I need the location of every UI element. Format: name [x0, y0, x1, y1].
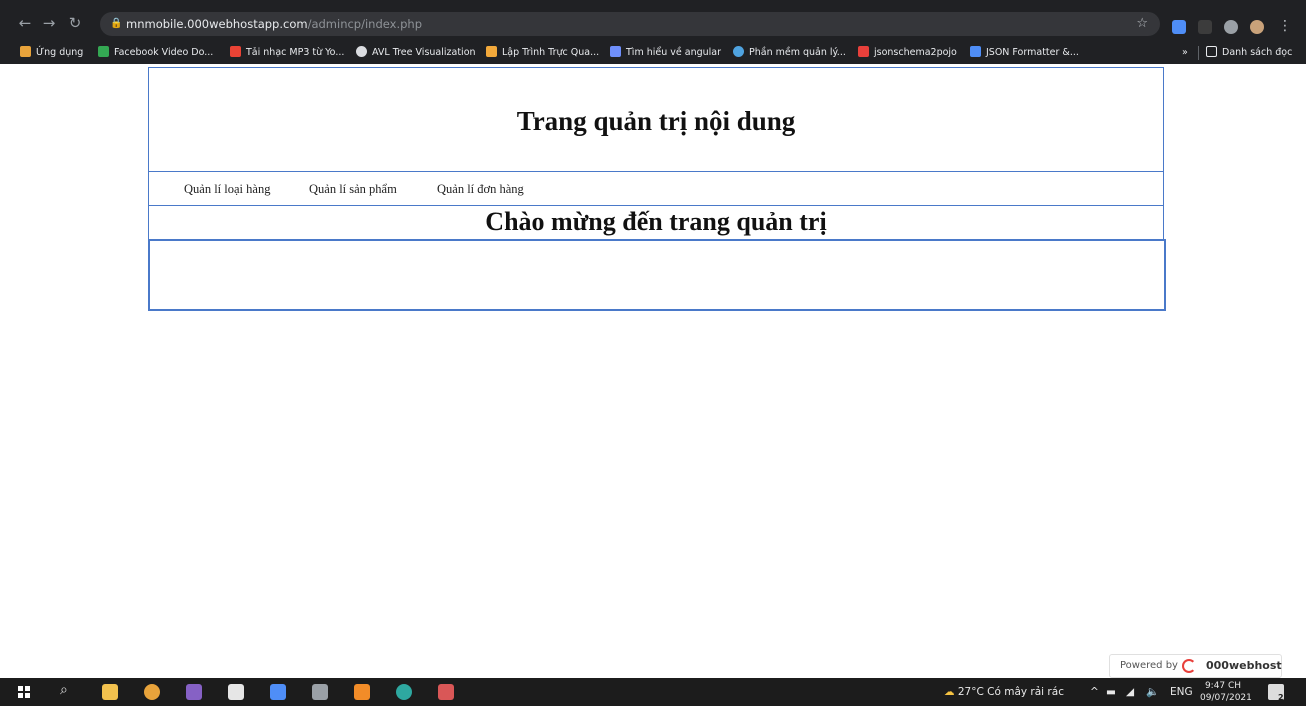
v-logo-icon — [610, 46, 621, 57]
lock-icon: 🔒 — [110, 18, 123, 29]
menu-item-orders[interactable]: Quản lí đơn hàng — [437, 182, 524, 197]
search-icon[interactable]: ⌕ — [60, 682, 68, 698]
bookmark-star-icon[interactable]: ☆ — [1136, 12, 1148, 36]
more-bookmarks-button[interactable]: » — [1182, 45, 1188, 61]
bookmark-item[interactable]: Lập Trình Trực Qua... — [486, 45, 599, 61]
reading-list-icon — [1206, 46, 1217, 57]
globe-icon — [356, 46, 367, 57]
site-icon — [858, 46, 869, 57]
bookmark-item[interactable]: Tìm hiểu về angular — [610, 45, 721, 61]
url-path: /admincp/index.php — [307, 17, 422, 31]
menu-item-categories[interactable]: Quản lí loại hàng — [184, 182, 270, 197]
forward-arrow-icon[interactable]: → — [40, 14, 58, 32]
clock-date: 09/07/2021 — [1200, 693, 1252, 703]
more-menu-icon[interactable]: ⋮ — [1278, 18, 1292, 34]
file-explorer-icon[interactable] — [102, 684, 118, 700]
puzzle-icon[interactable] — [1224, 20, 1238, 34]
bookmark-item[interactable]: Phần mềm quản lý... — [733, 45, 846, 61]
cloud-sun-icon: ☁ — [944, 686, 955, 698]
weather-widget[interactable]: ☁ 27°C Có mây rải rác — [944, 678, 1064, 706]
profile-avatar[interactable] — [1250, 20, 1264, 34]
apps-grid-icon — [20, 46, 31, 57]
clock[interactable]: 9:47 CH 09/07/2021 — [1200, 680, 1252, 704]
webhost-logo-icon — [1182, 659, 1196, 673]
powered-by-brand: 000webhost — [1206, 659, 1282, 672]
language-indicator[interactable]: ENG — [1170, 678, 1193, 706]
powered-by-label: Powered by — [1120, 660, 1178, 671]
bookmark-item[interactable]: JSON Formatter &... — [970, 45, 1079, 61]
taskbar: ⌕ ☁ 27°C Có mây rải rác ^ ▬ ◢ 🔈 ENG 9:47… — [0, 678, 1306, 706]
download-icon — [98, 46, 109, 57]
music-icon — [230, 46, 241, 57]
content-area — [148, 239, 1166, 311]
powered-by-badge[interactable]: Powered by 000webhost — [1109, 654, 1282, 678]
app-icon[interactable] — [438, 684, 454, 700]
windows-start-icon[interactable] — [18, 686, 30, 698]
extension-icon[interactable] — [1198, 20, 1212, 34]
reload-icon[interactable]: ↻ — [66, 14, 84, 32]
divider — [1198, 46, 1199, 60]
chrome-icon[interactable] — [144, 684, 160, 700]
bookmark-item[interactable]: AVL Tree Visualization — [356, 45, 476, 61]
back-arrow-icon[interactable]: ← — [16, 14, 34, 32]
reading-list-button[interactable]: Danh sách đọc — [1206, 45, 1292, 61]
url-text: mnmobile.000webhostapp.com/admincp/index… — [126, 12, 422, 36]
page-title: Trang quản trị nội dung — [516, 106, 796, 136]
welcome-heading: Chào mừng đến trang quản trị — [485, 207, 827, 236]
app-icon[interactable] — [354, 684, 370, 700]
clock-time: 9:47 CH — [1204, 681, 1242, 691]
bookmark-apps[interactable]: Ứng dụng — [20, 45, 83, 61]
url-host: mnmobile.000webhostapp.com — [126, 17, 308, 31]
circle-icon — [733, 46, 744, 57]
bookmarks-bar: Ứng dụng Facebook Video Do... Tải nhạc M… — [0, 42, 1306, 64]
extension-icon[interactable] — [1172, 20, 1186, 34]
app-icon[interactable] — [396, 684, 412, 700]
volume-icon[interactable]: 🔈 — [1146, 678, 1159, 706]
paint-icon[interactable] — [312, 684, 328, 700]
menu-item-products[interactable]: Quản lí sản phẩm — [309, 182, 397, 197]
admin-menu: Quản lí loại hàng Quản lí sản phẩm Quản … — [148, 171, 1164, 206]
bookmark-item[interactable]: jsonschema2pojo — [858, 45, 957, 61]
app-icon[interactable] — [270, 684, 286, 700]
welcome-section: Chào mừng đến trang quản trị — [148, 205, 1164, 240]
battery-icon[interactable]: ▬ — [1106, 678, 1116, 706]
browser-toolbar: ← → ↻ 🔒 mnmobile.000webhostapp.com/admin… — [0, 8, 1306, 38]
admin-page: Trang quản trị nội dung Quản lí loại hàn… — [148, 67, 1166, 311]
header: Trang quản trị nội dung — [148, 67, 1164, 172]
bookmark-item[interactable]: Facebook Video Do... — [98, 45, 213, 61]
notification-count: 2 — [1278, 693, 1284, 702]
bookmark-item[interactable]: Tải nhạc MP3 từ Yo... — [230, 45, 344, 61]
visual-studio-icon[interactable] — [186, 684, 202, 700]
address-bar[interactable]: 🔒 mnmobile.000webhostapp.com/admincp/ind… — [100, 12, 1160, 36]
app-icon[interactable] — [228, 684, 244, 700]
tray-chevron-icon[interactable]: ^ — [1090, 678, 1099, 706]
browser-chrome: ← → ↻ 🔒 mnmobile.000webhostapp.com/admin… — [0, 0, 1306, 64]
network-icon[interactable]: ◢ — [1126, 678, 1134, 706]
checkmark-icon — [970, 46, 981, 57]
site-icon — [486, 46, 497, 57]
